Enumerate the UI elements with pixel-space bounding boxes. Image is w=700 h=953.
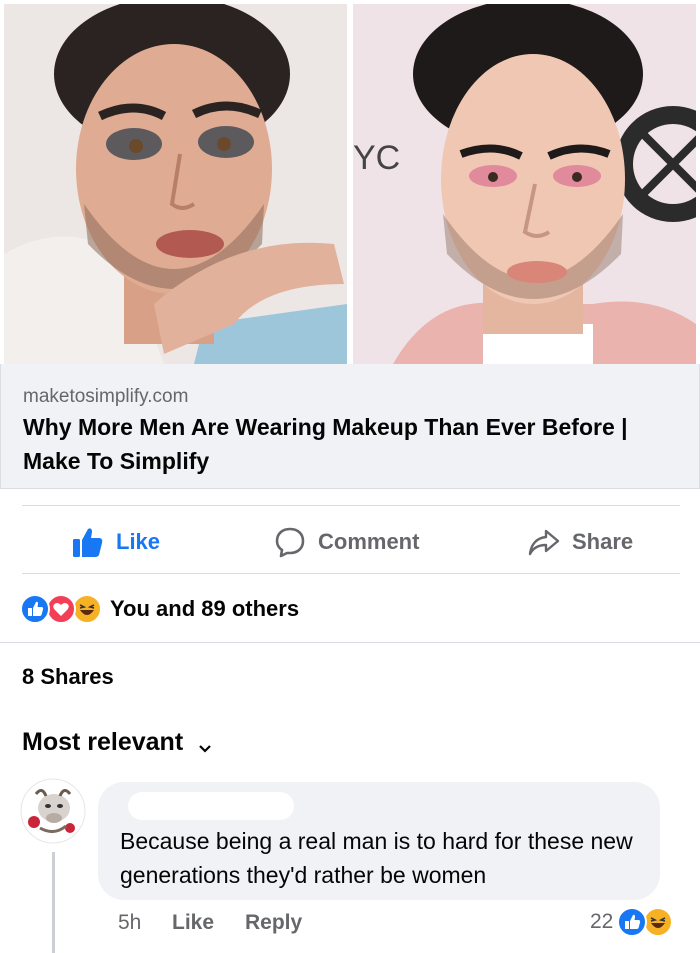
share-button[interactable]: Share bbox=[528, 522, 633, 562]
comment-reaction-count: 22 bbox=[590, 910, 614, 933]
reactions-summary[interactable]: You and 89 others bbox=[20, 592, 299, 626]
divider-top bbox=[22, 505, 680, 506]
sort-label: Most relevant bbox=[22, 728, 184, 756]
like-label: Like bbox=[116, 529, 161, 554]
thumbs-up-icon bbox=[72, 526, 104, 558]
comment-reactions[interactable]: 22 bbox=[590, 906, 675, 938]
photo-right: YC bbox=[353, 4, 696, 364]
comment-button[interactable]: Comment bbox=[274, 522, 419, 562]
link-preview-card[interactable]: YC maketosimplify.com Why More Men Are W… bbox=[0, 0, 700, 490]
like-button[interactable]: Like bbox=[72, 522, 160, 562]
comment-timestamp[interactable]: 5h bbox=[118, 908, 141, 938]
comment-bubble-icon bbox=[274, 526, 306, 558]
chevron-down-icon bbox=[197, 735, 213, 753]
shares-count[interactable]: 8 Shares bbox=[22, 664, 114, 690]
link-title[interactable]: Why More Men Are Wearing Makeup Than Eve… bbox=[23, 410, 683, 478]
comment-sort-dropdown[interactable]: Most relevant bbox=[22, 728, 213, 757]
reaction-icons bbox=[20, 594, 106, 624]
like-reaction-icon bbox=[20, 594, 50, 624]
share-arrow-icon bbox=[528, 526, 560, 558]
share-label: Share bbox=[572, 529, 634, 554]
comment-bubble[interactable]: Because being a real man is to hard for … bbox=[98, 782, 660, 900]
comment-like-button[interactable]: Like bbox=[172, 908, 214, 938]
photo-left bbox=[4, 4, 347, 364]
haha-reaction-icon bbox=[643, 907, 674, 937]
reactions-text: You and 89 others bbox=[110, 596, 300, 621]
divider-reactions bbox=[0, 642, 700, 643]
preview-photos: YC bbox=[0, 0, 700, 364]
divider-bottom bbox=[22, 573, 680, 574]
haha-reaction-icon bbox=[72, 594, 102, 624]
comment-text: Because being a real man is to hard for … bbox=[120, 828, 633, 888]
thread-line bbox=[52, 852, 55, 953]
link-info[interactable]: maketosimplify.com Why More Men Are Wear… bbox=[0, 364, 700, 489]
backdrop-sign-text: YC bbox=[353, 139, 400, 177]
like-reaction-icon bbox=[617, 907, 648, 937]
comment-reaction-icons bbox=[617, 907, 675, 937]
comment-label: Comment bbox=[318, 529, 420, 554]
love-reaction-icon bbox=[46, 594, 76, 624]
link-domain: maketosimplify.com bbox=[23, 386, 189, 407]
avatar[interactable] bbox=[20, 778, 86, 844]
comment-reply-button[interactable]: Reply bbox=[245, 908, 302, 938]
redacted-commenter-name bbox=[128, 792, 294, 820]
